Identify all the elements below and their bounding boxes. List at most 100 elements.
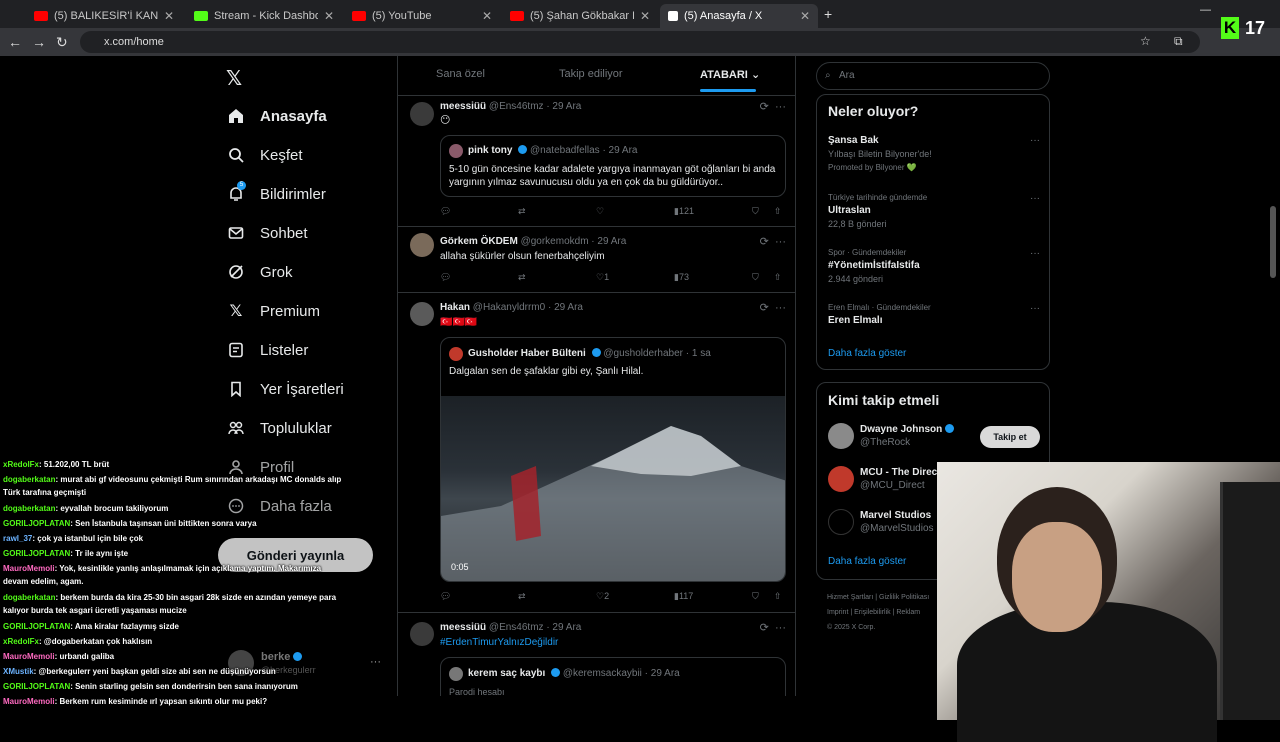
close-icon[interactable]: ✕ xyxy=(800,9,810,23)
footer-links[interactable]: Imprint | Erişilebilirlik | Reklam xyxy=(827,609,920,616)
x-logo-icon[interactable]: 𝕏 xyxy=(226,66,242,91)
browser-tab-3[interactable]: (5) YouTube ✕ xyxy=(344,4,500,28)
browser-tab-1[interactable]: (5) BALIKESİR'İ KANA BULAYAN✕ xyxy=(26,4,182,28)
nav-grok[interactable]: Grok xyxy=(226,256,293,288)
more-icon[interactable]: ··· xyxy=(1030,193,1040,204)
show-more-link[interactable]: Daha fazla göster xyxy=(828,556,906,567)
bookmark-star-icon[interactable]: ☆ xyxy=(1140,34,1151,48)
chat-username[interactable]: dogaberkatan xyxy=(3,504,55,513)
chat-message: GORILJOPLATAN: Sen İstanbula taşınsan ün… xyxy=(3,517,345,530)
trend-item[interactable]: Eren Elmalı · Gündemdekiler Eren Elmalı … xyxy=(828,303,1040,326)
views-icon[interactable]: ▮ 73 xyxy=(674,272,689,283)
more-icon[interactable]: ··· xyxy=(370,656,381,668)
quoted-tweet[interactable]: Gusholder Haber Bülteni @gusholderhaber … xyxy=(440,337,786,582)
follow-suggestion[interactable]: Dwayne Johnson @TheRock Takip et xyxy=(828,423,1040,451)
footer-links[interactable]: Hizmet Şartları | Gizlilik Politikası xyxy=(827,594,929,601)
close-icon[interactable]: ✕ xyxy=(482,9,492,23)
chat-username[interactable]: rawl_37 xyxy=(3,534,32,543)
reload-icon[interactable]: ↻ xyxy=(56,34,68,51)
chat-username[interactable]: dogaberkatan xyxy=(3,475,55,484)
tweet[interactable]: meessiüü @Ens46tmz · 29 Ara ⟳ ··· 😶 pink… xyxy=(398,96,796,227)
tweet[interactable]: Hakan @Hakanyldrrm0 · 29 Ara ⟳ ··· 🇹🇷🇹🇷🇹… xyxy=(398,293,796,613)
more-icon[interactable]: ··· xyxy=(1030,248,1040,259)
repost-icon[interactable]: ⇄ xyxy=(518,206,526,217)
url-bar[interactable]: x.com/home xyxy=(80,31,1200,53)
chat-username[interactable]: dogaberkatan xyxy=(3,593,55,602)
like-icon[interactable]: ♡ 2 xyxy=(596,591,609,602)
nav-communities[interactable]: Topluluklar xyxy=(226,412,332,444)
chat-username[interactable]: GORILJOPLATAN xyxy=(3,682,70,691)
nav-home[interactable]: Anasayfa xyxy=(226,100,327,132)
tweet[interactable]: meessiüü @Ens46tmz · 29 Ara ⟳ ··· #Erden… xyxy=(398,613,796,696)
more-icon[interactable]: ⟳ ··· xyxy=(760,621,786,634)
nav-notifications[interactable]: 5 Bildirimler xyxy=(226,178,326,210)
follow-button[interactable]: Takip et xyxy=(980,426,1040,448)
verified-icon xyxy=(591,348,601,357)
nav-messages[interactable]: Sohbet xyxy=(226,217,308,249)
like-icon[interactable]: ♡ 1 xyxy=(596,272,609,283)
views-icon[interactable]: ▮ 117 xyxy=(674,591,693,602)
more-icon[interactable]: ⟳ ··· xyxy=(760,100,786,113)
hashtag-link[interactable]: #ErdenTimurYalnızDeğildir xyxy=(440,637,558,648)
more-icon[interactable]: ⟳ ··· xyxy=(760,235,786,248)
tweet[interactable]: Görkem ÖKDEM @gorkemokdm · 29 Ara ⟳ ··· … xyxy=(398,227,796,293)
reply-icon[interactable]: 💬︎ xyxy=(440,206,451,217)
new-tab-icon[interactable]: + xyxy=(824,6,832,22)
share-icon[interactable]: ⇧ xyxy=(774,591,782,602)
chat-username[interactable]: GORILJOPLATAN xyxy=(3,519,70,528)
chat-username[interactable]: MauroMemoli xyxy=(3,652,55,661)
trend-item[interactable]: Spor · Gündemdekiler #YönetimİstifaIstif… xyxy=(828,248,1040,284)
chat-username[interactable]: GORILJOPLATAN xyxy=(3,549,70,558)
scrollbar[interactable] xyxy=(1270,206,1276,278)
search-input[interactable]: ⌕ Ara xyxy=(816,62,1050,90)
more-icon[interactable]: ⟳ ··· xyxy=(760,301,786,314)
chat-message: GORILJOPLATAN: Senin starling gelsin sen… xyxy=(3,680,345,693)
video-player[interactable]: 0:05 xyxy=(441,396,785,581)
bookmark-icon[interactable]: ⛉ xyxy=(752,591,759,602)
share-icon[interactable]: ⇧ xyxy=(774,206,782,217)
reply-icon[interactable]: 💬︎ xyxy=(440,272,451,283)
nav-premium[interactable]: 𝕏 Premium xyxy=(226,295,320,327)
nav-explore[interactable]: Keşfet xyxy=(226,139,303,171)
chat-username[interactable]: xRedolFx xyxy=(3,460,39,469)
tab-atabari[interactable]: ATABARI ⌄ xyxy=(700,68,760,81)
quoted-tweet[interactable]: kerem saç kaybı @keremsackaybii · 29 Ara… xyxy=(440,657,786,696)
more-icon[interactable]: ··· xyxy=(1030,135,1040,146)
more-icon[interactable]: ··· xyxy=(1030,303,1040,314)
show-more-link[interactable]: Daha fazla göster xyxy=(828,348,906,359)
chat-username[interactable]: xRedolFx xyxy=(3,637,39,646)
bookmark-icon[interactable]: ⛉ xyxy=(752,272,759,283)
like-icon[interactable]: ♡ xyxy=(596,206,604,217)
quoted-tweet[interactable]: pink tony @natebadfellas · 29 Ara 5-10 g… xyxy=(440,135,786,197)
close-icon[interactable]: ✕ xyxy=(640,9,650,23)
bookmark-icon[interactable]: ⛉ xyxy=(752,206,759,217)
extensions-icon[interactable]: ⧉ xyxy=(1174,34,1183,49)
share-icon[interactable]: ⇧ xyxy=(774,272,782,283)
bell-icon: 5 xyxy=(226,181,246,204)
chat-username[interactable]: MauroMemoli xyxy=(3,564,55,573)
browser-tab-5[interactable]: (5) Anasayfa / X ✕ xyxy=(660,4,818,28)
chevron-down-icon: ⌄ xyxy=(750,69,761,81)
browser-tab-4[interactable]: (5) Şahan Gökbakar Recep İvedi✕ xyxy=(502,4,658,28)
forward-icon[interactable]: → xyxy=(32,34,46,50)
nav-bookmarks[interactable]: Yer İşaretleri xyxy=(226,373,344,405)
chat-username[interactable]: MauroMemoli xyxy=(3,697,55,706)
chat-username[interactable]: XMustik xyxy=(3,667,34,676)
minimize-icon[interactable]: — xyxy=(1200,4,1211,16)
repost-icon[interactable]: ⇄ xyxy=(518,591,526,602)
nav-lists[interactable]: Listeler xyxy=(226,334,308,366)
verified-icon xyxy=(945,424,955,433)
back-icon[interactable]: ← xyxy=(8,34,22,50)
repost-icon[interactable]: ⇄ xyxy=(518,272,526,283)
browser-tab-2[interactable]: Stream - Kick Dashboard✕ xyxy=(186,4,342,28)
trend-item[interactable]: Türkiye tarihinde gündemde Ultraslan 22,… xyxy=(828,193,1040,229)
tab-following[interactable]: Takip ediliyor xyxy=(559,68,623,80)
chat-username[interactable]: GORILJOPLATAN xyxy=(3,622,70,631)
close-icon[interactable]: ✕ xyxy=(324,9,334,23)
views-icon[interactable]: ▮ 121 xyxy=(674,206,694,217)
close-icon[interactable]: ✕ xyxy=(164,9,174,23)
avatar xyxy=(828,423,854,449)
reply-icon[interactable]: 💬︎ xyxy=(440,591,451,602)
trend-item[interactable]: Şansa Bak Yılbaşı Biletin Bilyoner'de! P… xyxy=(828,135,1040,172)
tab-for-you[interactable]: Sana özel xyxy=(436,68,485,80)
